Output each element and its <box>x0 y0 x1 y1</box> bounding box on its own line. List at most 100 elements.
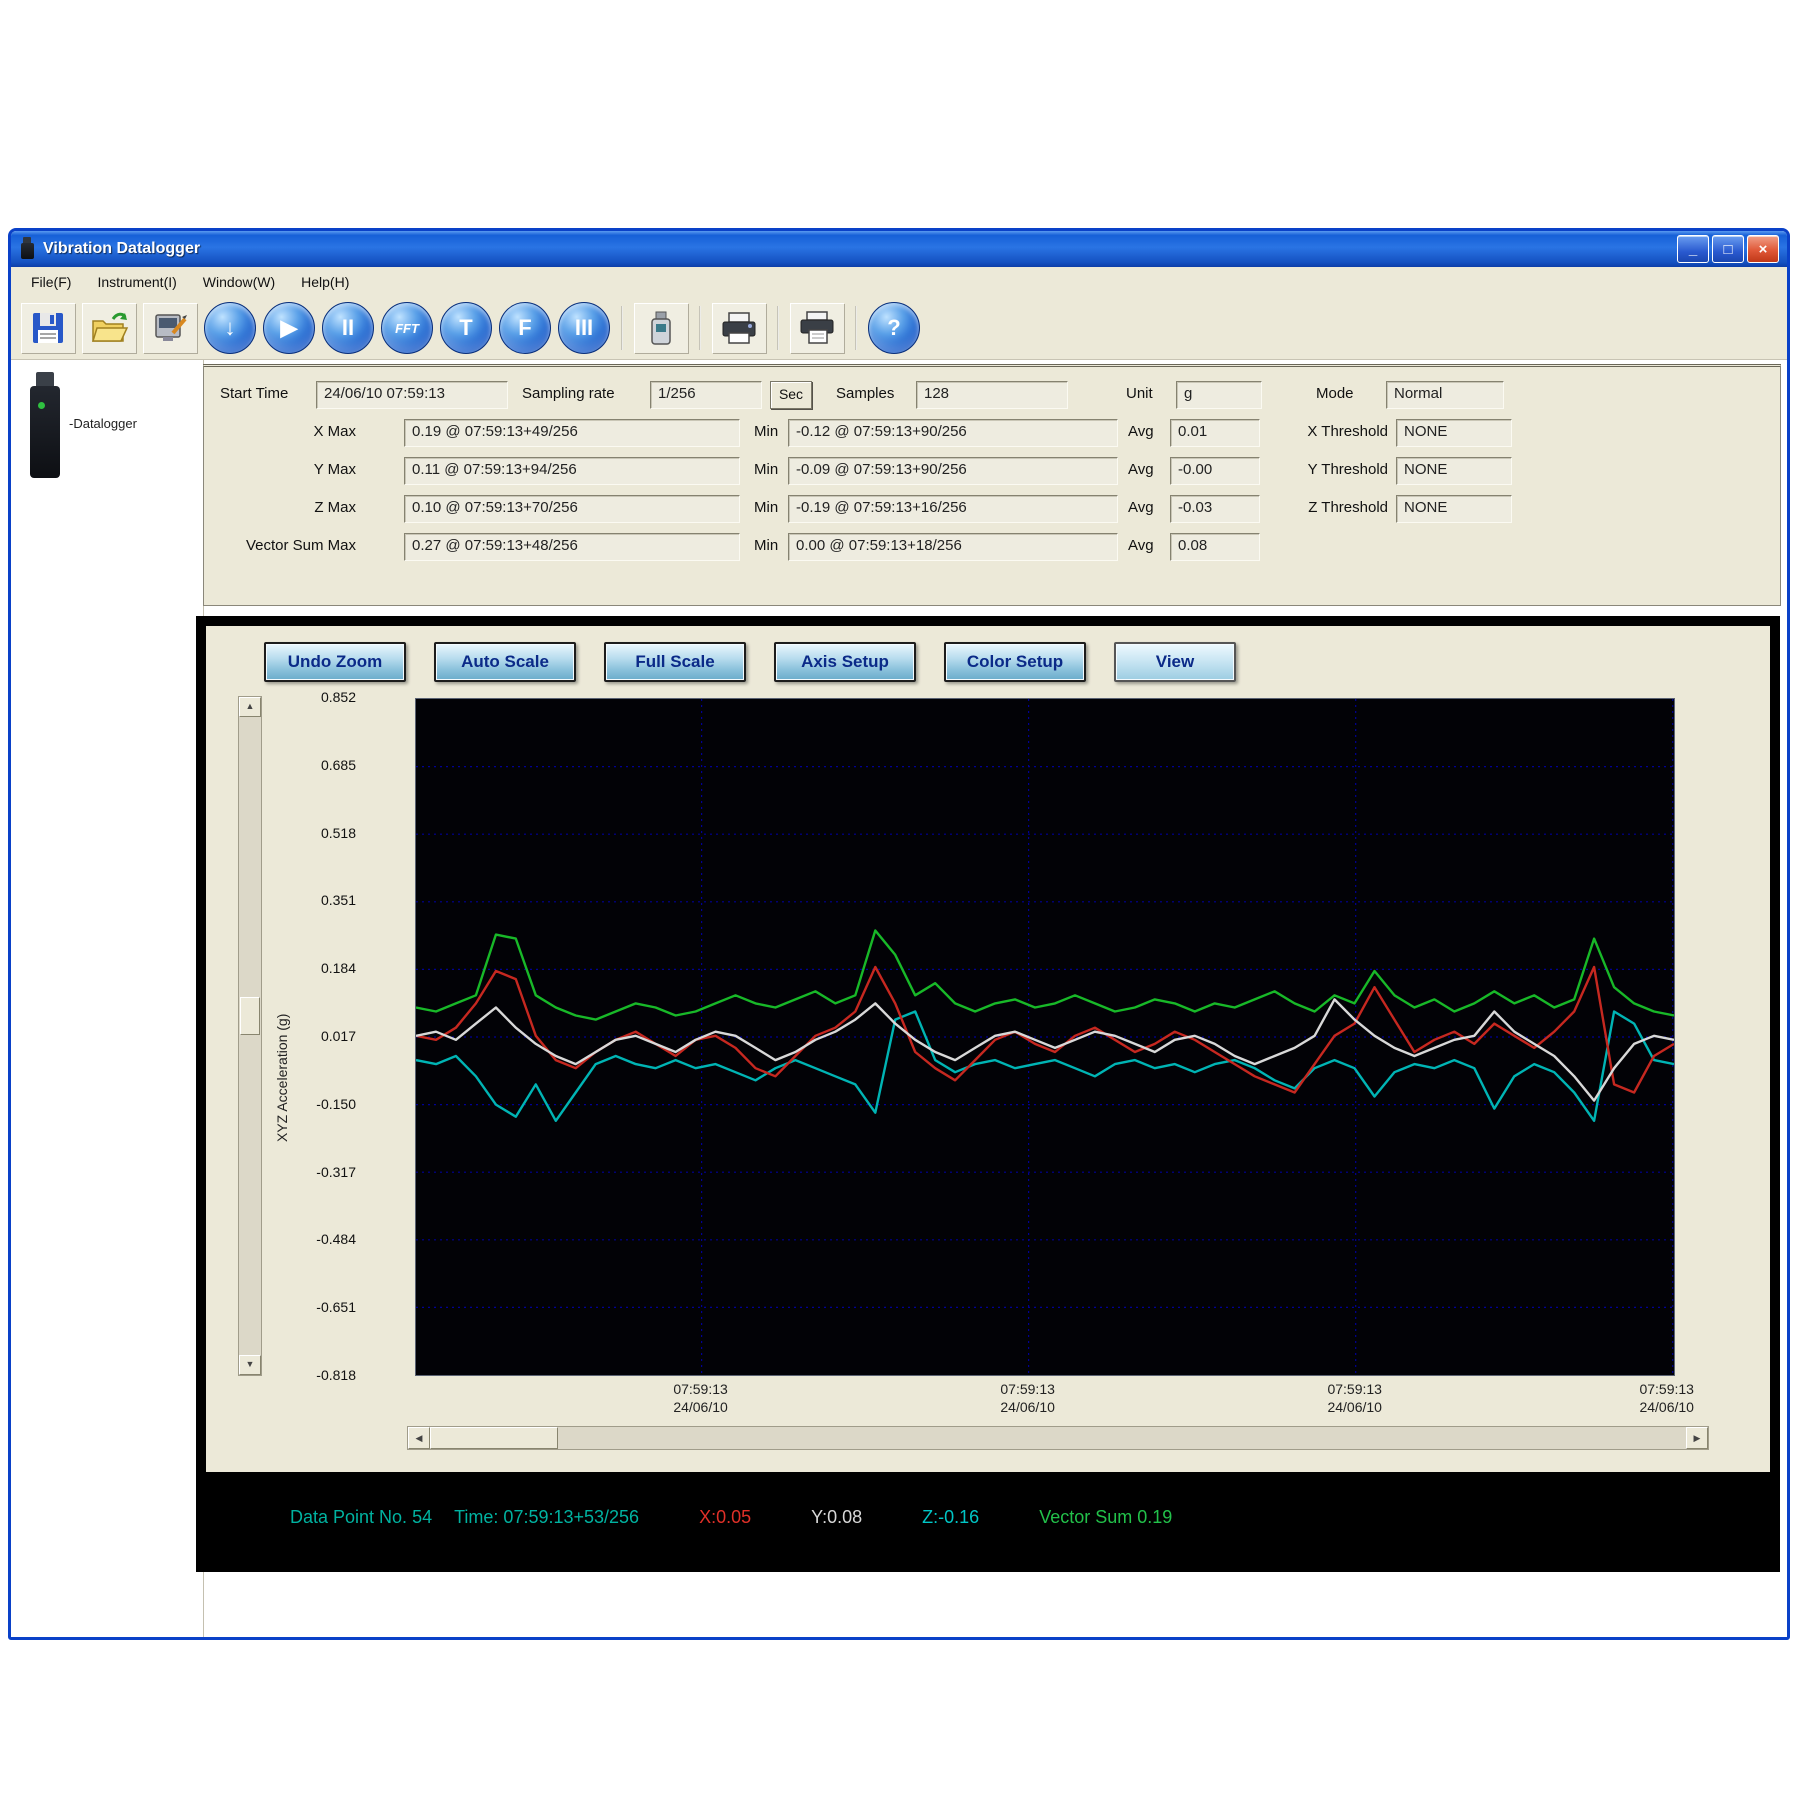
y-tick: -0.818 <box>316 1367 356 1383</box>
time-readout: Time: 07:59:13+53/256 <box>454 1507 639 1528</box>
client-area: -Datalogger Start Time 24/06/10 07:59:13… <box>11 360 1787 1638</box>
y-tick: -0.651 <box>316 1299 356 1315</box>
x-max-label: X Max <box>204 423 356 443</box>
auto-scale-button[interactable]: Auto Scale <box>434 642 576 682</box>
help-button[interactable]: ? <box>868 302 920 354</box>
vertical-scrollbar-thumb[interactable] <box>240 997 260 1035</box>
vector-sum-min-field[interactable]: 0.00 @ 07:59:13+18/256 <box>788 533 1118 561</box>
vector-sum-avg-field[interactable]: 0.08 <box>1170 533 1260 561</box>
z-min-field[interactable]: -0.19 @ 07:59:13+16/256 <box>788 495 1118 523</box>
unit-field[interactable]: g <box>1176 381 1262 409</box>
color-setup-button[interactable]: Color Setup <box>944 642 1086 682</box>
play-button[interactable]: ▶ <box>263 302 315 354</box>
sidebar-item-datalogger[interactable]: -Datalogger <box>69 416 137 431</box>
sec-button[interactable]: Sec <box>770 381 812 409</box>
horizontal-scrollbar-thumb[interactable] <box>430 1427 558 1449</box>
sampling-rate-label: Sampling rate <box>522 385 615 405</box>
x-threshold-field[interactable]: NONE <box>1396 419 1512 447</box>
vector-sum-min-label: Min <box>754 537 778 557</box>
menu-file[interactable]: File(F) <box>21 271 81 293</box>
data-point-readout: Data Point No. 54 <box>290 1507 432 1528</box>
datalogger-device-icon[interactable] <box>634 303 688 353</box>
y-avg-label: Avg <box>1128 461 1154 481</box>
y-tick: 0.852 <box>321 689 356 705</box>
x-min-field[interactable]: -0.12 @ 07:59:13+90/256 <box>788 419 1118 447</box>
chart-panel: Undo Zoom Auto Scale Full Scale Axis Set… <box>206 626 1770 1472</box>
axis-setup-button[interactable]: Axis Setup <box>774 642 916 682</box>
z-max-field[interactable]: 0.10 @ 07:59:13+70/256 <box>404 495 740 523</box>
mode-label: Mode <box>1316 385 1354 405</box>
x-tick: 07:59:1324/06/10 <box>1327 1380 1382 1416</box>
save-icon[interactable] <box>21 303 75 353</box>
x-avg-field[interactable]: 0.01 <box>1170 419 1260 447</box>
instrument-setup-icon[interactable] <box>143 303 197 353</box>
window-title: Vibration Datalogger <box>43 240 200 258</box>
y-tick: 0.351 <box>321 892 356 908</box>
scroll-down-icon[interactable]: ▼ <box>239 1355 261 1375</box>
y-min-field[interactable]: -0.09 @ 07:59:13+90/256 <box>788 457 1118 485</box>
cursor-status-bar: Data Point No. 54 Time: 07:59:13+53/256 … <box>206 1472 1770 1562</box>
histogram-button[interactable]: III <box>558 302 610 354</box>
vector-sum-readout: Vector Sum 0.19 <box>1039 1507 1172 1528</box>
y-threshold-label: Y Threshold <box>1266 461 1388 481</box>
pause-button[interactable]: II <box>322 302 374 354</box>
vector-sum-max-field[interactable]: 0.27 @ 07:59:13+48/256 <box>404 533 740 561</box>
print-preview-icon[interactable] <box>790 303 844 353</box>
full-scale-button[interactable]: Full Scale <box>604 642 746 682</box>
y-avg-field[interactable]: -0.00 <box>1170 457 1260 485</box>
mode-field[interactable]: Normal <box>1386 381 1504 409</box>
samples-field[interactable]: 128 <box>916 381 1068 409</box>
y-axis-ticks: 0.852 0.685 0.518 0.351 0.184 0.017 -0.1… <box>264 689 356 1383</box>
maximize-button[interactable]: □ <box>1712 235 1744 263</box>
time-domain-button[interactable]: T <box>440 302 492 354</box>
z-threshold-label: Z Threshold <box>1266 499 1388 519</box>
y-tick: 0.184 <box>321 960 356 976</box>
x-axis-ticks: 07:59:1324/06/10 07:59:1324/06/10 07:59:… <box>415 1380 1673 1422</box>
toolbar-separator <box>777 306 779 350</box>
z-avg-field[interactable]: -0.03 <box>1170 495 1260 523</box>
x-tick: 07:59:1324/06/10 <box>1000 1380 1055 1416</box>
scroll-left-icon[interactable]: ◀ <box>408 1427 430 1449</box>
frequency-domain-button[interactable]: F <box>499 302 551 354</box>
x-threshold-label: X Threshold <box>1266 423 1388 443</box>
minimize-button[interactable]: _ <box>1677 235 1709 263</box>
scroll-up-icon[interactable]: ▲ <box>239 697 261 717</box>
print-icon[interactable] <box>712 303 766 353</box>
x-max-field[interactable]: 0.19 @ 07:59:13+49/256 <box>404 419 740 447</box>
menu-bar: File(F) Instrument(I) Window(W) Help(H) <box>11 267 1787 297</box>
undo-zoom-button[interactable]: Undo Zoom <box>264 642 406 682</box>
menu-help[interactable]: Help(H) <box>291 271 359 293</box>
title-bar: Vibration Datalogger _ □ × <box>11 231 1787 267</box>
chart-frame: Undo Zoom Auto Scale Full Scale Axis Set… <box>196 616 1780 1572</box>
x-tick: 07:59:1324/06/10 <box>1639 1380 1694 1416</box>
z-max-label: Z Max <box>204 499 356 519</box>
fft-button[interactable]: FFT <box>381 302 433 354</box>
datalogger-device-icon[interactable] <box>25 372 65 488</box>
x-min-label: Min <box>754 423 778 443</box>
download-data-button[interactable]: ↓ <box>204 302 256 354</box>
x-tick: 07:59:1324/06/10 <box>673 1380 728 1416</box>
sampling-rate-field[interactable]: 1/256 <box>650 381 762 409</box>
start-time-field[interactable]: 24/06/10 07:59:13 <box>316 381 508 409</box>
z-threshold-field[interactable]: NONE <box>1396 495 1512 523</box>
y-max-field[interactable]: 0.11 @ 07:59:13+94/256 <box>404 457 740 485</box>
toolbar: ↓ ▶ II FFT T F III ? <box>11 297 1787 360</box>
y-tick: -0.484 <box>316 1231 356 1247</box>
scroll-right-icon[interactable]: ▶ <box>1686 1427 1708 1449</box>
open-icon[interactable] <box>82 303 136 353</box>
menu-instrument[interactable]: Instrument(I) <box>87 271 186 293</box>
horizontal-scrollbar[interactable]: ◀ ▶ <box>407 1426 1709 1450</box>
close-button[interactable]: × <box>1747 235 1779 263</box>
y-min-label: Min <box>754 461 778 481</box>
vertical-scrollbar[interactable]: ▲ ▼ <box>238 696 262 1376</box>
waveform-plot[interactable] <box>415 698 1675 1376</box>
menu-window[interactable]: Window(W) <box>193 271 285 293</box>
samples-label: Samples <box>836 385 894 405</box>
view-button[interactable]: View <box>1114 642 1236 682</box>
unit-label: Unit <box>1126 385 1153 405</box>
y-tick: -0.150 <box>316 1096 356 1112</box>
x-avg-label: Avg <box>1128 423 1154 443</box>
y-threshold-field[interactable]: NONE <box>1396 457 1512 485</box>
vector-sum-avg-label: Avg <box>1128 537 1154 557</box>
app-icon <box>19 237 35 261</box>
